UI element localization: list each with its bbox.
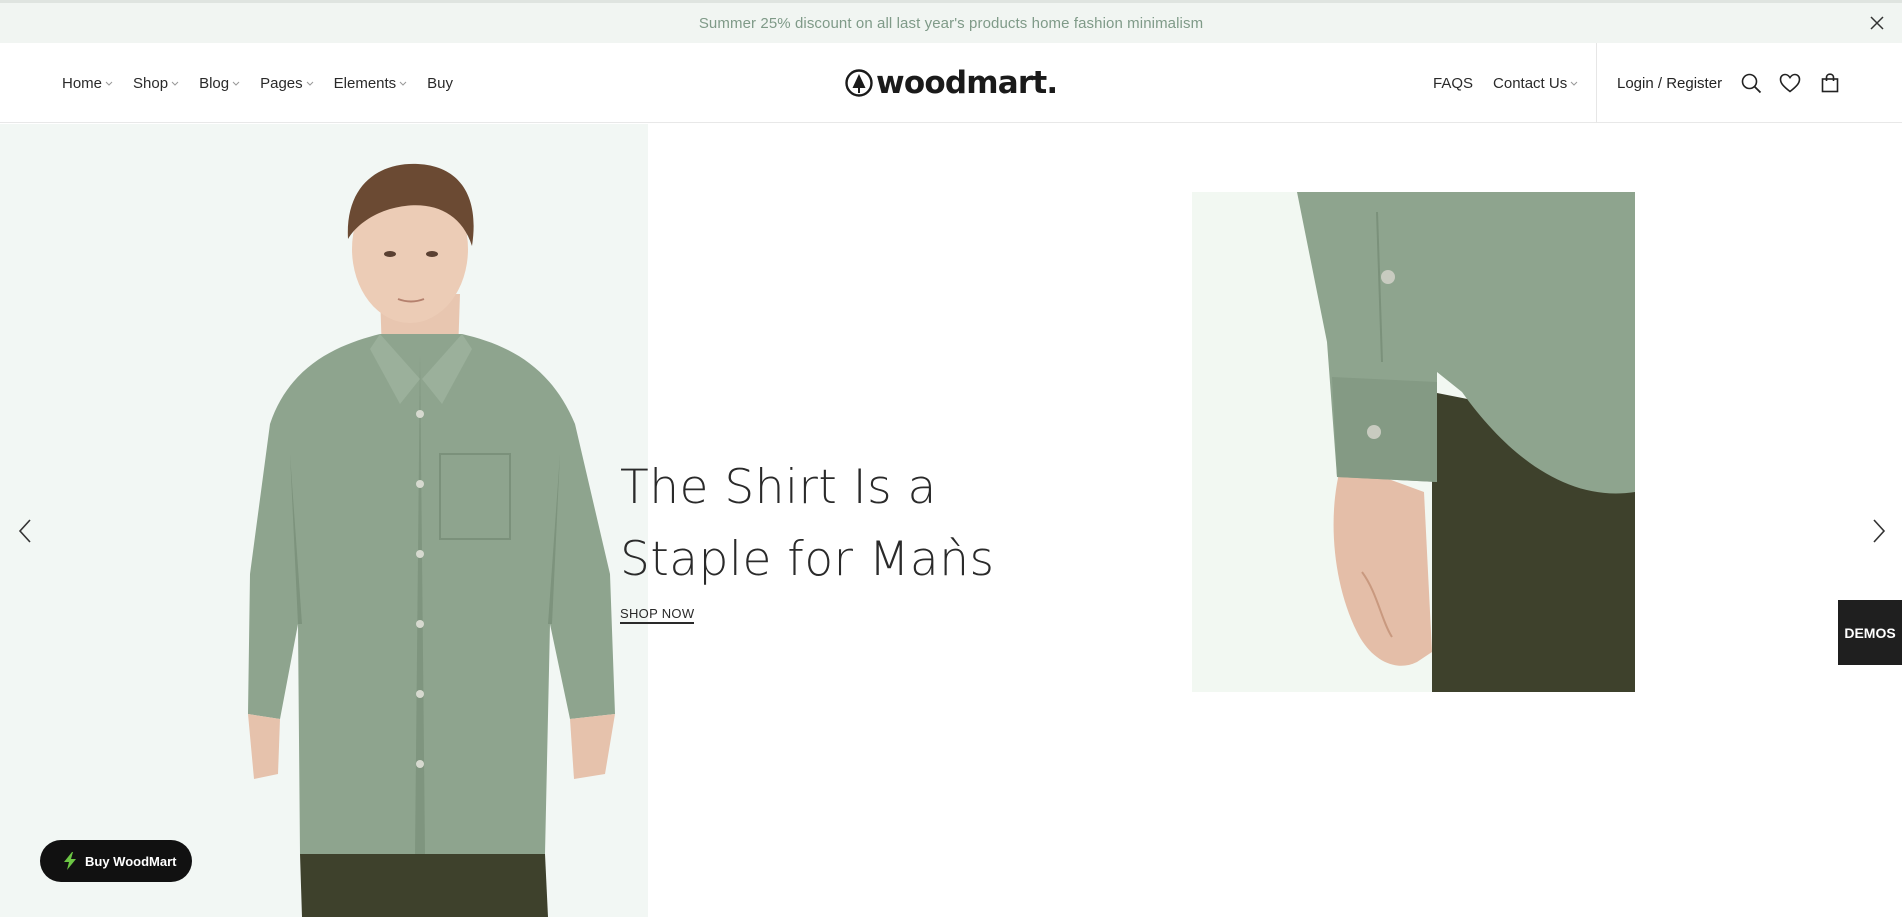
nav-blog-label: Blog (199, 74, 230, 92)
shop-now-link[interactable]: SHOP NOW (620, 606, 695, 624)
buy-woodmart-button[interactable]: Buy WoodMart (40, 840, 192, 882)
nav-faqs-label: FAQS (1433, 74, 1474, 92)
site-header: Home Shop Blog Pages Elements Buy woodma… (0, 43, 1902, 123)
nav-buy[interactable]: Buy (427, 75, 453, 92)
detail-image (1192, 192, 1635, 692)
nav-contact-label: Contact Us (1493, 74, 1568, 92)
heart-icon[interactable] (1778, 71, 1802, 95)
login-register-link[interactable]: Login / Register (1617, 43, 1722, 123)
chevron-down-icon (399, 79, 407, 87)
nav-home[interactable]: Home (62, 75, 113, 92)
chevron-down-icon (171, 79, 179, 87)
close-icon[interactable] (1866, 12, 1888, 34)
tree-logo-icon (845, 69, 873, 97)
nav-elements-label: Elements (333, 74, 397, 92)
logo-text: woodmart. (876, 65, 1058, 101)
hero-slider: The Shirt Is a Staple for Maǹs SHOP NOW (0, 124, 1902, 917)
chevron-down-icon (105, 79, 113, 87)
hero-title: The Shirt Is a Staple for Maǹs (620, 452, 1080, 596)
main-nav: Home Shop Blog Pages Elements Buy (62, 43, 473, 123)
nav-elements[interactable]: Elements (334, 75, 408, 92)
demos-button[interactable]: DEMOS (1838, 600, 1902, 665)
nav-contact-us[interactable]: Contact Us (1493, 75, 1578, 92)
secondary-nav: FAQS Contact Us (1433, 43, 1598, 123)
nav-blog[interactable]: Blog (199, 75, 240, 92)
chevron-right-icon[interactable] (1864, 509, 1894, 553)
site-logo[interactable]: woodmart. (845, 65, 1058, 101)
nav-pages[interactable]: Pages (260, 75, 314, 92)
shopping-bag-icon[interactable] (1818, 71, 1842, 95)
search-icon[interactable] (1739, 71, 1763, 95)
nav-shop[interactable]: Shop (133, 75, 179, 92)
nav-faqs[interactable]: FAQS (1433, 75, 1473, 92)
lightning-icon (62, 852, 78, 870)
nav-home-label: Home (62, 74, 103, 92)
hero-title-line-2: Staple for Maǹs (620, 532, 995, 587)
nav-buy-label: Buy (427, 74, 454, 92)
chevron-down-icon (232, 79, 240, 87)
chevron-down-icon (1570, 79, 1578, 87)
promo-bar: Summer 25% discount on all last year's p… (0, 0, 1902, 43)
chevron-left-icon[interactable] (10, 509, 40, 553)
hero-title-line-1: The Shirt Is a (620, 460, 937, 515)
promo-message: Summer 25% discount on all last year's p… (698, 14, 1204, 32)
buy-woodmart-label: Buy WoodMart (85, 853, 177, 869)
header-divider (1596, 43, 1597, 123)
nav-shop-label: Shop (133, 74, 169, 92)
chevron-down-icon (306, 79, 314, 87)
model-image (248, 163, 615, 917)
nav-pages-label: Pages (260, 74, 303, 92)
